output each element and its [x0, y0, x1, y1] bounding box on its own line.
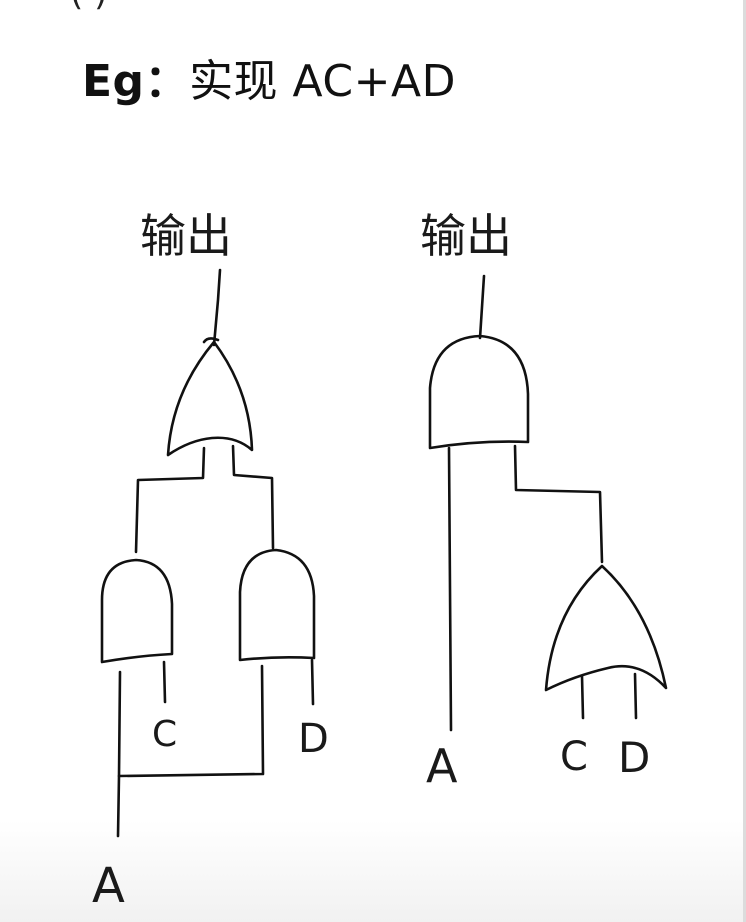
- right-c-input-wire: [580, 674, 585, 720]
- left-input-d-label: D: [298, 716, 329, 762]
- left-a-input-wire: [116, 774, 121, 838]
- right-d-input-wire: [633, 672, 638, 720]
- right-input-c-label: C: [560, 734, 588, 780]
- left-or-gate: [166, 340, 254, 457]
- left-circuit: 输出 C D A: [92, 209, 329, 914]
- right-or-output-wire: [513, 444, 604, 564]
- right-and-gate: [428, 334, 530, 450]
- right-output-label: 输出: [420, 209, 512, 263]
- slide: ( ) Eg：实现 AC+AD 输出 C: [0, 0, 746, 922]
- right-input-a-label: A: [426, 739, 458, 793]
- left-input-c-label: C: [152, 714, 177, 755]
- left-d-input-wire: [310, 658, 315, 706]
- left-and-gate-2: [238, 548, 316, 662]
- left-input-a-label: A: [92, 858, 125, 914]
- left-or-input-1: [134, 446, 206, 554]
- left-or-gate-tip: [202, 337, 220, 344]
- left-and-gate-1: [100, 558, 174, 664]
- right-circuit: 输出 A C D: [420, 209, 668, 793]
- left-output-wire: [212, 268, 222, 347]
- left-c-input-wire: [162, 660, 167, 704]
- left-or-input-2: [231, 444, 275, 550]
- left-output-label: 输出: [140, 209, 232, 263]
- right-a-input-wire: [447, 446, 453, 732]
- left-a-bus-wire: [117, 664, 265, 778]
- right-or-gate: [544, 564, 668, 692]
- right-input-d-label: D: [618, 733, 650, 782]
- right-output-wire: [478, 274, 486, 340]
- hand-drawn-circuits: 输出 C D A 输出 A C D: [92, 209, 668, 914]
